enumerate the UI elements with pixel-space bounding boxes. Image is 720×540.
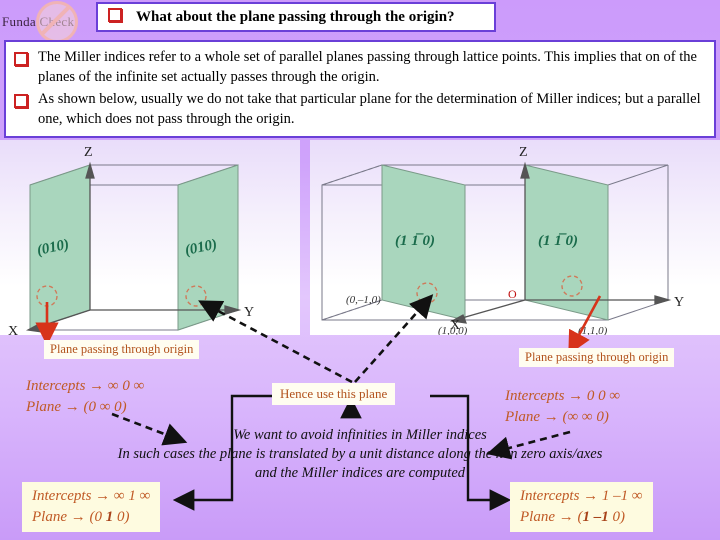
result-left-line1: Intercepts → ∞ 1 ∞ bbox=[32, 488, 151, 504]
square-bullet-icon bbox=[14, 94, 28, 108]
question-banner: What about the plane passing through the… bbox=[96, 2, 496, 32]
bullet-text: As shown below, usually we do not take t… bbox=[38, 91, 701, 127]
question-text: What about the plane passing through the… bbox=[136, 8, 455, 25]
bullet-item: The Miller indices refer to a whole set … bbox=[14, 47, 706, 87]
center-note-line3: and the Miller indices are computed bbox=[254, 465, 466, 481]
axis-label-z: Z bbox=[519, 145, 528, 160]
intercepts-left-line2: Plane → (0 ∞ 0) bbox=[26, 399, 127, 415]
axis-label-z: Z bbox=[84, 145, 93, 160]
axis-label-x: X bbox=[8, 324, 18, 335]
bullet-text: The Miller indices refer to a whole set … bbox=[38, 49, 697, 85]
result-right-line1: Intercepts → 1 –1 ∞ bbox=[520, 488, 643, 504]
intercepts-left: Intercepts → ∞ 0 ∞ Plane → (0 ∞ 0) bbox=[26, 376, 144, 418]
intercepts-right-line1: Intercepts → 0 0 ∞ bbox=[505, 388, 621, 404]
center-note: We want to avoid infinities in Miller in… bbox=[0, 426, 720, 483]
intercepts-left-line1: Intercepts → ∞ 0 ∞ bbox=[26, 378, 145, 394]
intercepts-right: Intercepts → 0 0 ∞ Plane → (∞ ∞ 0) bbox=[505, 386, 620, 428]
point-label-1-0-0: (1,0,0) bbox=[438, 325, 468, 335]
callout-origin-right: Plane passing through origin bbox=[519, 348, 675, 367]
point-label-1-1-0: (1,1,0) bbox=[578, 325, 608, 335]
intercepts-right-line2: Plane → (∞ ∞ 0) bbox=[505, 409, 609, 425]
center-note-line1: We want to avoid infinities in Miller in… bbox=[233, 427, 487, 443]
square-bullet-icon bbox=[108, 7, 122, 27]
plane-label-left: (1 1̅ 0) bbox=[395, 233, 435, 249]
no-entry-icon bbox=[36, 1, 78, 43]
axis-label-y: Y bbox=[674, 295, 684, 310]
result-right-line2: Plane → (1 –1 0) bbox=[520, 509, 625, 525]
origin-label: O bbox=[508, 287, 517, 301]
point-label-0-m1-0: (0,–1,0) bbox=[346, 294, 381, 306]
plane-label-right: (1 1̅ 0) bbox=[538, 233, 578, 249]
diagram-planes-110: Z Y X (1 1̅ 0) (1 1̅ 0) (0,–1,0) (1,0,0)… bbox=[310, 140, 720, 335]
result-left-line2: Plane → (0 1 0) bbox=[32, 509, 130, 525]
callout-origin-left: Plane passing through origin bbox=[44, 340, 200, 359]
bullets-panel: The Miller indices refer to a whole set … bbox=[4, 40, 716, 138]
result-box-left: Intercepts → ∞ 1 ∞ Plane → (0 1 0) bbox=[22, 482, 161, 532]
axis-label-y: Y bbox=[244, 305, 254, 320]
square-bullet-icon bbox=[14, 52, 28, 66]
callout-hence-use-this-plane: Hence use this plane bbox=[272, 383, 396, 405]
center-note-line2: In such cases the plane is translated by… bbox=[117, 446, 603, 462]
result-box-right: Intercepts → 1 –1 ∞ Plane → (1 –1 0) bbox=[510, 482, 653, 532]
diagram-planes-010: Z Y X (010) (010) bbox=[0, 140, 300, 335]
bullet-item: As shown below, usually we do not take t… bbox=[14, 89, 706, 129]
